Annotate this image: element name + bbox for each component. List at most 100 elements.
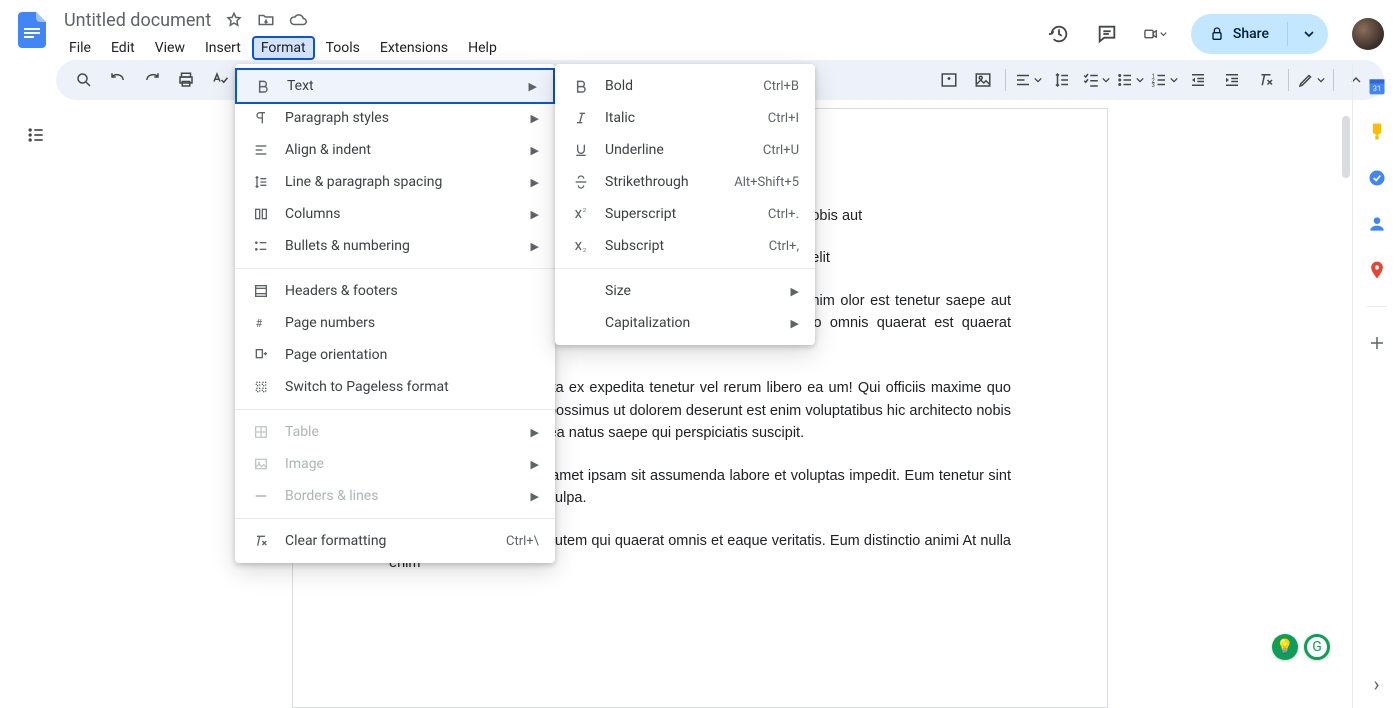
spellcheck-button[interactable] bbox=[204, 64, 236, 96]
keep-icon[interactable] bbox=[1367, 122, 1387, 142]
menu-item-shortcut: Ctrl+U bbox=[763, 143, 799, 158]
menu-item-label: Bold bbox=[605, 78, 723, 94]
menu-item-size[interactable]: Size▶ bbox=[555, 275, 815, 307]
menu-item-text[interactable]: Text▶ bbox=[235, 68, 555, 104]
menu-item-superscript[interactable]: 2SuperscriptCtrl+. bbox=[555, 198, 815, 230]
submenu-arrow-icon: ▶ bbox=[531, 426, 539, 439]
menu-item-shortcut: Ctrl+, bbox=[769, 239, 799, 254]
menu-view[interactable]: View bbox=[146, 36, 194, 60]
insert-comment-button[interactable] bbox=[967, 64, 999, 96]
side-panel: 31 › bbox=[1352, 64, 1400, 708]
menu-item-switch-to-pageless-format[interactable]: Switch to Pageless format bbox=[235, 371, 555, 403]
menu-item-subscript[interactable]: 2SubscriptCtrl+, bbox=[555, 230, 815, 262]
menu-format[interactable]: Format bbox=[252, 36, 315, 60]
menu-item-label: Page numbers bbox=[285, 315, 539, 331]
menu-edit[interactable]: Edit bbox=[102, 36, 144, 60]
bulleted-list-button[interactable] bbox=[1114, 64, 1146, 96]
numbered-list-button[interactable]: 123 bbox=[1148, 64, 1180, 96]
document-title[interactable]: Untitled document bbox=[60, 8, 215, 33]
redo-button[interactable] bbox=[136, 64, 168, 96]
contacts-icon[interactable] bbox=[1367, 214, 1387, 234]
cloud-status-icon[interactable] bbox=[289, 11, 307, 29]
menu-insert[interactable]: Insert bbox=[196, 36, 250, 60]
align-button[interactable] bbox=[1012, 64, 1044, 96]
submenu-arrow-icon: ▶ bbox=[529, 80, 537, 93]
explore-badge[interactable]: 💡 bbox=[1272, 634, 1298, 660]
hide-side-panel-button[interactable]: › bbox=[1373, 672, 1379, 696]
editing-mode-button[interactable] bbox=[1295, 64, 1327, 96]
menubar: FileEditViewInsertFormatToolsExtensionsH… bbox=[60, 36, 1047, 60]
menu-item-label: Align & indent bbox=[285, 142, 501, 158]
menu-item-bullets-numbering[interactable]: Bullets & numbering▶ bbox=[235, 230, 555, 262]
menu-item-strikethrough[interactable]: StrikethroughAlt+Shift+5 bbox=[555, 166, 815, 198]
menu-file[interactable]: File bbox=[60, 36, 100, 60]
menu-item-align-indent[interactable]: Align & indent▶ bbox=[235, 134, 555, 166]
menu-item-line-paragraph-spacing[interactable]: Line & paragraph spacing▶ bbox=[235, 166, 555, 198]
paragraph-icon bbox=[251, 110, 271, 126]
comments-icon[interactable] bbox=[1095, 22, 1119, 46]
increase-indent-button[interactable] bbox=[1216, 64, 1248, 96]
share-label: Share bbox=[1233, 26, 1269, 42]
svg-text:2: 2 bbox=[583, 248, 586, 254]
svg-text:3: 3 bbox=[1152, 82, 1155, 89]
submenu-arrow-icon: ▶ bbox=[531, 208, 539, 221]
star-icon[interactable] bbox=[225, 11, 243, 29]
undo-button[interactable] bbox=[102, 64, 134, 96]
account-avatar[interactable] bbox=[1352, 18, 1384, 50]
menu-help[interactable]: Help bbox=[459, 36, 506, 60]
submenu-arrow-icon: ▶ bbox=[531, 490, 539, 503]
menu-item-label: Borders & lines bbox=[285, 488, 501, 504]
docs-home-icon[interactable] bbox=[14, 8, 50, 52]
menu-item-underline[interactable]: UnderlineCtrl+U bbox=[555, 134, 815, 166]
borders-icon bbox=[251, 488, 271, 504]
lock-icon bbox=[1209, 26, 1225, 42]
menu-item-label: Page orientation bbox=[285, 347, 539, 363]
search-menus-button[interactable] bbox=[68, 64, 100, 96]
menu-item-page-numbers[interactable]: #Page numbers bbox=[235, 307, 555, 339]
image-icon bbox=[251, 456, 271, 472]
text-submenu: BoldCtrl+BItalicCtrl+IUnderlineCtrl+UStr… bbox=[555, 64, 815, 345]
share-caret[interactable] bbox=[1296, 29, 1322, 39]
menu-item-columns[interactable]: Columns▶ bbox=[235, 198, 555, 230]
line-spacing-button[interactable] bbox=[1046, 64, 1078, 96]
menu-item-italic[interactable]: ItalicCtrl+I bbox=[555, 102, 815, 134]
menu-item-headers-footers[interactable]: Headers & footers bbox=[235, 275, 555, 307]
bullets-icon bbox=[251, 238, 271, 254]
share-button[interactable]: Share bbox=[1191, 14, 1328, 54]
history-icon[interactable] bbox=[1047, 22, 1071, 46]
submenu-arrow-icon: ▶ bbox=[531, 240, 539, 253]
grammarly-badge[interactable]: G bbox=[1304, 634, 1330, 660]
menu-extensions[interactable]: Extensions bbox=[371, 36, 457, 60]
clear-icon bbox=[251, 533, 271, 549]
meet-button[interactable] bbox=[1143, 22, 1167, 46]
clear-formatting-button[interactable] bbox=[1250, 64, 1282, 96]
insert-image-button[interactable] bbox=[933, 64, 965, 96]
tasks-icon[interactable] bbox=[1367, 168, 1387, 188]
pageless-icon bbox=[251, 379, 271, 395]
strike-icon bbox=[571, 174, 591, 190]
menu-item-capitalization[interactable]: Capitalization▶ bbox=[555, 307, 815, 339]
italic-icon bbox=[571, 110, 591, 126]
superscript-icon: 2 bbox=[571, 206, 591, 222]
outline-button[interactable] bbox=[26, 125, 46, 145]
menu-item-clear-formatting[interactable]: Clear formattingCtrl+\ bbox=[235, 525, 555, 557]
menu-item-label: Paragraph styles bbox=[285, 110, 501, 126]
menu-tools[interactable]: Tools bbox=[317, 36, 369, 60]
move-icon[interactable] bbox=[257, 11, 275, 29]
menu-item-bold[interactable]: BoldCtrl+B bbox=[555, 70, 815, 102]
decrease-indent-button[interactable] bbox=[1182, 64, 1214, 96]
calendar-icon[interactable]: 31 bbox=[1367, 76, 1387, 96]
menu-item-shortcut: Ctrl+I bbox=[768, 111, 799, 126]
get-addons-icon[interactable] bbox=[1367, 333, 1387, 353]
menu-item-page-orientation[interactable]: Page orientation bbox=[235, 339, 555, 371]
orientation-icon bbox=[251, 347, 271, 363]
submenu-arrow-icon: ▶ bbox=[791, 317, 799, 330]
print-button[interactable] bbox=[170, 64, 202, 96]
submenu-arrow-icon: ▶ bbox=[791, 285, 799, 298]
scrollbar-thumb[interactable] bbox=[1342, 116, 1350, 178]
headers-icon bbox=[251, 283, 271, 299]
checklist-button[interactable] bbox=[1080, 64, 1112, 96]
menu-item-label: Switch to Pageless format bbox=[285, 379, 539, 395]
menu-item-paragraph-styles[interactable]: Paragraph styles▶ bbox=[235, 102, 555, 134]
maps-icon[interactable] bbox=[1367, 260, 1387, 280]
